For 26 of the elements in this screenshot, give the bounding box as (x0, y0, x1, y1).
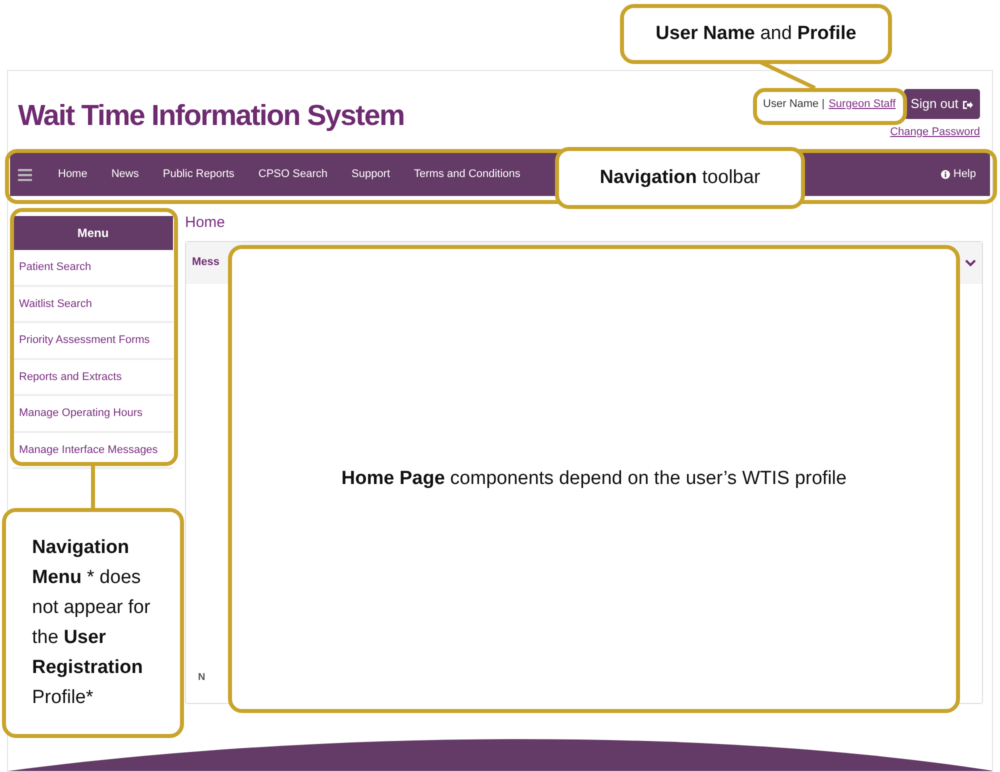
menu-item[interactable]: Reports and Extracts (13, 360, 173, 396)
help-link[interactable]: Help (941, 166, 982, 183)
callout-text: User Name and Profile (656, 22, 856, 46)
menu-item[interactable]: Patient Search (13, 250, 173, 286)
callout-text: Navigation Menu* does not appear for the User Registration Profile* (32, 536, 152, 710)
menu-item[interactable]: Manage Interface Messages (13, 432, 173, 469)
sign-out-button[interactable]: Sign out (904, 89, 980, 118)
nav-link[interactable]: CPSO Search (246, 166, 340, 183)
menu-item[interactable]: Manage Operating Hours (13, 396, 173, 432)
user-name-label: User Name | (763, 96, 825, 112)
panel-footer-text: N (197, 670, 206, 684)
menu-header: Menu (13, 216, 173, 250)
change-password-link[interactable]: Change Password (763, 124, 980, 140)
nav-link[interactable]: News (99, 166, 151, 183)
nav-link[interactable]: Home (46, 166, 100, 183)
menu-item[interactable]: Priority Assessment Forms (13, 323, 173, 360)
menu-item[interactable]: Waitlist Search (13, 286, 173, 323)
nav-link[interactable]: Public Reports (150, 166, 246, 183)
callout-text: Navigation toolbar (600, 166, 760, 190)
profile-link[interactable]: Surgeon Staff (828, 96, 896, 112)
nav-link[interactable]: Support (340, 166, 402, 183)
callout-text: Home Page components depend on the user’s WTIS profile (341, 466, 847, 491)
page-title: Home (185, 213, 226, 233)
nav-link[interactable]: Terms and Conditions (402, 166, 532, 183)
app-title: Wait Time Information System (18, 99, 404, 134)
panel-title: Mess (192, 255, 220, 270)
